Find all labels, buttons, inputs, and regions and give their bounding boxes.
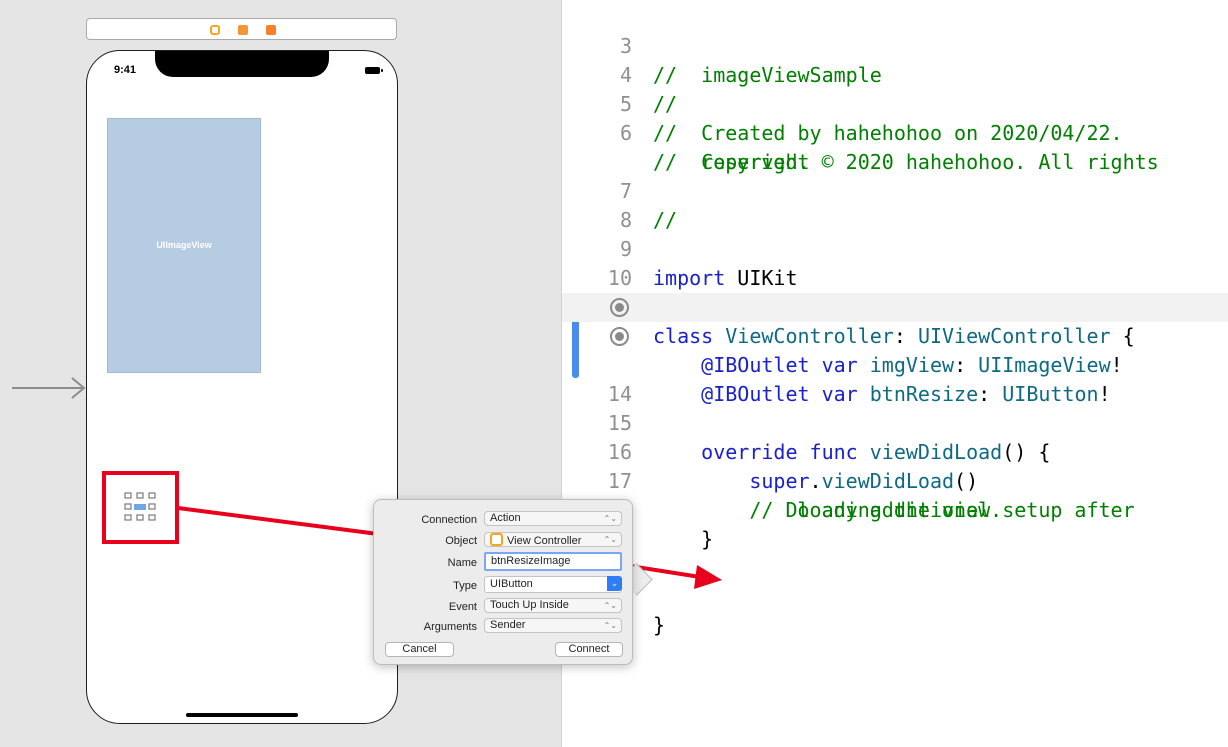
type-combo[interactable]: UIButton ⌄ [484, 576, 622, 593]
name-field[interactable]: btnResizeImage [484, 552, 622, 571]
event-select[interactable]: Touch Up Inside ⌃⌄ [484, 598, 622, 613]
type-label: Type [453, 580, 477, 592]
name-value: btnResizeImage [491, 555, 571, 567]
stepper-chevron-icon: ⌃⌄ [603, 514, 617, 523]
object-label: Object [445, 535, 477, 547]
connection-select[interactable]: Action ⌃⌄ [484, 511, 622, 526]
stepper-chevron-icon: ⌃⌄ [603, 621, 617, 630]
connection-value: Action [490, 512, 521, 524]
event-label: Event [448, 601, 477, 613]
stepper-chevron-icon: ⌃⌄ [603, 535, 617, 544]
cancel-button[interactable]: Cancel [385, 642, 454, 657]
arguments-value: Sender [490, 619, 526, 631]
view-controller-icon [490, 533, 503, 546]
object-select[interactable]: View Controller ⌃⌄ [484, 532, 622, 547]
name-label: Name [447, 557, 477, 569]
arguments-select[interactable]: Sender ⌃⌄ [484, 618, 622, 633]
event-value: Touch Up Inside [490, 599, 569, 611]
connection-popover: Connection Action ⌃⌄ Object View Control… [373, 499, 633, 665]
stepper-chevron-icon: ⌃⌄ [603, 601, 617, 610]
annotation-line [177, 506, 379, 536]
object-value: View Controller [507, 535, 582, 547]
chevron-down-icon[interactable]: ⌄ [607, 576, 622, 591]
connect-button[interactable]: Connect [555, 642, 623, 657]
connection-label: Connection [421, 514, 477, 526]
annotation-arrow-head [694, 565, 722, 589]
arguments-label: Arguments [423, 621, 477, 633]
type-value: UIButton [490, 578, 533, 590]
